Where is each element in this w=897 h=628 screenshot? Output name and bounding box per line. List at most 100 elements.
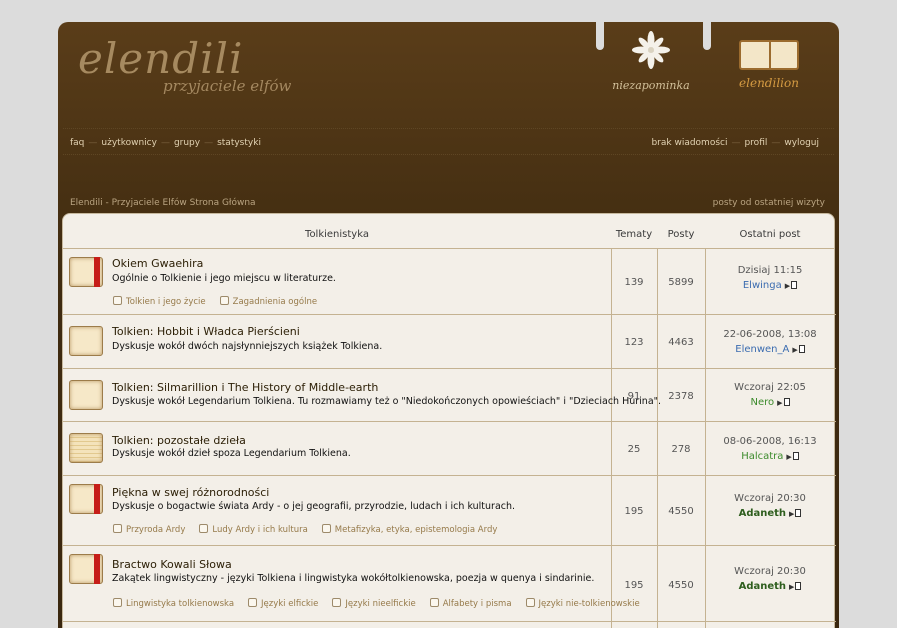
new-posts-link[interactable]: posty od ostatniej wizyty (713, 198, 825, 208)
post-count: 4463 (668, 337, 694, 348)
logo-title: elendili (78, 34, 244, 83)
subforum-label: Ludy Ardy i ich kultura (212, 525, 308, 535)
post-count: 4550 (668, 506, 694, 517)
subforum-icon (113, 296, 122, 305)
subforum-link[interactable]: Metafizyka, etyka, epistemologia Ardy (321, 524, 498, 535)
subforum-icon (248, 598, 258, 607)
forum-title[interactable]: Tolkien: Silmarillion i The History of M… (112, 381, 378, 394)
niezapominka-link[interactable]: niezapominka (606, 30, 696, 92)
subforum-link[interactable]: Lingwistyka tolkienowska (113, 598, 234, 609)
goto-last-post-icon[interactable]: ▶ (777, 398, 790, 407)
forum-description: Zakątek lingwistyczny - języki Tolkiena … (112, 573, 595, 584)
nav-separator: — (731, 138, 741, 148)
last-post: Dzisiaj 11:15 Elwinga ▶ (705, 265, 835, 291)
category-title[interactable]: Tolkienistyka (63, 229, 611, 240)
forum-description: Ogólnie o Tolkienie i jego miejscu w lit… (112, 273, 336, 284)
forum-row: Okiem Gwaehira Ogólnie o Tolkienie i jego… (63, 249, 836, 315)
post-count: 4550 (668, 580, 694, 591)
subforum-icon (199, 524, 209, 533)
forum-row: Tolkien: Hobbit i Władca Pierścieni Dysku… (63, 315, 836, 369)
forum-status-icon (69, 554, 103, 584)
forum-status-icon (69, 326, 103, 356)
nav-separator: — (771, 138, 781, 148)
breadcrumb[interactable]: Elendili - Przyjaciele Elfów Strona Głów… (70, 198, 256, 208)
subforum-list: Tolkien i jego życie Zagadnienia ogólne (113, 296, 331, 307)
subforum-icon (525, 598, 535, 607)
subforum-link[interactable]: Języki nie-tolkienowskie (525, 598, 640, 609)
forum-title[interactable]: Tolkien: pozostałe dzieła (112, 434, 246, 447)
last-post-user[interactable]: Elwinga (743, 280, 782, 291)
nav-groups[interactable]: grupy (174, 138, 200, 148)
nav-users[interactable]: użytkownicy (101, 138, 157, 148)
subforum-label: Alfabety i pisma (442, 599, 512, 609)
forum-row: Tolkien: pozostałe dzieła Dyskusje wokół … (63, 422, 836, 476)
topic-count: 139 (624, 277, 644, 288)
subforum-list: Przyroda Ardy Ludy Ardy i ich kultura Meta… (113, 524, 511, 535)
forum-status-icon (69, 379, 103, 410)
tab-notch (596, 22, 604, 50)
last-post-user[interactable]: Adaneth (739, 508, 786, 519)
last-post-date: Wczoraj 22:05 (734, 382, 806, 393)
last-post: 08-06-2008, 16:13 Halcatra ▶ (705, 436, 835, 462)
subforum-label: Metafizyka, etyka, epistemologia Ardy (334, 525, 498, 535)
subforum-link[interactable]: Tolkien i jego życie (113, 296, 206, 307)
nav-stats[interactable]: statystyki (217, 138, 261, 148)
elendilion-link[interactable]: elendilion (728, 40, 810, 90)
subforum-link[interactable]: Języki elfickie (248, 598, 318, 609)
last-post: Wczoraj 22:05 Nero ▶ (705, 382, 835, 408)
forum-row: Tolkien: Silmarillion i The History of M… (63, 369, 836, 422)
last-post: 22-06-2008, 13:08 Elenwen_A ▶ (705, 329, 835, 355)
col-topics: Tematy (615, 229, 653, 240)
nav-separator: — (88, 138, 98, 148)
nav-separator: — (160, 138, 170, 148)
goto-last-post-icon[interactable]: ▶ (789, 509, 802, 518)
flower-label: niezapominka (612, 79, 690, 92)
post-count: 2378 (668, 391, 694, 402)
goto-last-post-icon[interactable]: ▶ (792, 345, 805, 354)
goto-last-post-icon[interactable]: ▶ (789, 582, 802, 591)
last-post-user[interactable]: Nero (750, 397, 774, 408)
forum-status-icon (69, 433, 103, 463)
goto-last-post-icon[interactable]: ▶ (785, 281, 798, 290)
forum-row: Piękna w swej różnorodności Dyskusje o bo… (63, 476, 836, 546)
subforum-list: Lingwistyka tolkienowska Języki elfickie J… (113, 598, 654, 609)
subforum-link[interactable]: Zagadnienia ogólne (219, 296, 317, 307)
last-post-date: 08-06-2008, 16:13 (723, 436, 817, 447)
post-count: 278 (671, 444, 691, 455)
forum-title[interactable]: Tolkien: Hobbit i Władca Pierścieni (112, 325, 300, 338)
forum-description: Dyskusje wokół dzieł spoza Legendarium T… (112, 448, 351, 459)
tab-notch (703, 22, 711, 50)
goto-last-post-icon[interactable]: ▶ (786, 452, 799, 461)
last-post-user[interactable]: Halcatra (741, 451, 783, 462)
last-post-date: Dzisiaj 11:15 (737, 265, 803, 276)
page-frame: elendili przyjaciele elfów niezapominka … (58, 22, 839, 628)
last-post-user[interactable]: Elenwen_A (735, 344, 789, 355)
subforum-link[interactable]: Alfabety i pisma (429, 598, 512, 609)
forum-title[interactable]: Bractwo Kowali Słowa (112, 558, 232, 571)
last-post: Wczoraj 20:30 Adaneth ▶ (705, 493, 835, 519)
nav-logout[interactable]: wyloguj (784, 138, 819, 148)
forum-title[interactable]: Okiem Gwaehira (112, 257, 203, 270)
subforum-icon (321, 524, 331, 533)
last-post: Wczoraj 20:30 Adaneth ▶ (705, 566, 835, 592)
subforum-link[interactable]: Języki nieelfickie (332, 598, 416, 609)
subforum-icon (332, 598, 342, 607)
topic-count: 91 (627, 391, 641, 402)
site-logo[interactable]: elendili przyjaciele elfów (78, 34, 291, 95)
main-nav: faq — użytkownicy — grupy — statystyki (70, 138, 261, 148)
nav-faq[interactable]: faq (70, 138, 84, 148)
subforum-icon (429, 598, 439, 607)
book-icon (739, 40, 799, 70)
topic-count: 25 (627, 444, 641, 455)
last-post-date: Wczoraj 20:30 (734, 566, 806, 577)
last-post-user[interactable]: Adaneth (739, 581, 786, 592)
forum-title[interactable]: Piękna w swej różnorodności (112, 486, 269, 499)
nav-messages[interactable]: brak wiadomości (651, 138, 727, 148)
nav-profile[interactable]: profil (744, 138, 767, 148)
decor-line (63, 128, 834, 132)
subforum-icon (113, 524, 122, 533)
table-header: Tolkienistyka Tematy Posty Ostatni post (63, 214, 834, 249)
subforum-link[interactable]: Przyroda Ardy (113, 524, 185, 535)
subforum-link[interactable]: Ludy Ardy i ich kultura (199, 524, 308, 535)
nav-separator: — (204, 138, 214, 148)
